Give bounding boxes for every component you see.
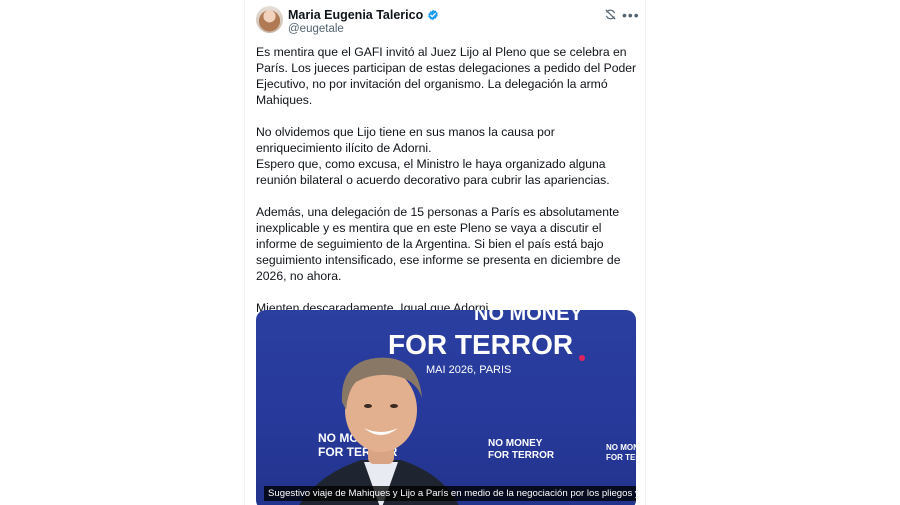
author-display-name[interactable]: Maria Eugenia Talerico (288, 8, 423, 22)
backdrop-date: MAI 2026, PARIS (426, 364, 511, 376)
author-avatar[interactable] (256, 6, 283, 33)
author-handle[interactable]: @eugetale (288, 23, 344, 35)
author-name-row: Maria Eugenia Talerico (288, 8, 439, 22)
tweet-paragraph-2: No olvidemos que Lijo tiene en sus manos… (256, 125, 610, 187)
tweet-text: Es mentira que el GAFI invitó al Juez Li… (256, 44, 642, 332)
backdrop-line2: FOR TERROR (388, 329, 573, 360)
backdrop-accent-dot (579, 355, 585, 361)
tweet-card: Maria Eugenia Talerico @eugetale ••• Es … (244, 0, 646, 505)
backdrop-repeat-right-2: FOR TERROR (606, 453, 636, 462)
media-photo: NO MONEY FOR TERROR MAI 2026, PARIS NO M… (299, 310, 636, 505)
tweet-paragraph-3: Además, una delegación de 15 personas a … (256, 205, 621, 283)
backdrop-line1: NO MONEY (474, 310, 584, 325)
verified-badge-icon (427, 9, 439, 21)
person-eye-right (390, 404, 398, 408)
tweet-paragraph-1: Es mentira que el GAFI invitó al Juez Li… (256, 45, 637, 107)
person-eye-left (364, 404, 372, 408)
more-options-icon[interactable]: ••• (622, 7, 640, 23)
backdrop-repeat-right-1: NO MONEY (606, 443, 636, 452)
media-caption: Sugestivo viaje de Mahiques y Lijo a Par… (264, 486, 636, 501)
tweet-media-image[interactable]: NO MONEY FOR TERROR MAI 2026, PARIS NO M… (256, 310, 636, 505)
backdrop-repeat-mid-2: FOR TERROR (488, 450, 555, 461)
grok-icon[interactable] (604, 8, 617, 26)
backdrop-repeat-mid-1: NO MONEY (488, 438, 543, 449)
